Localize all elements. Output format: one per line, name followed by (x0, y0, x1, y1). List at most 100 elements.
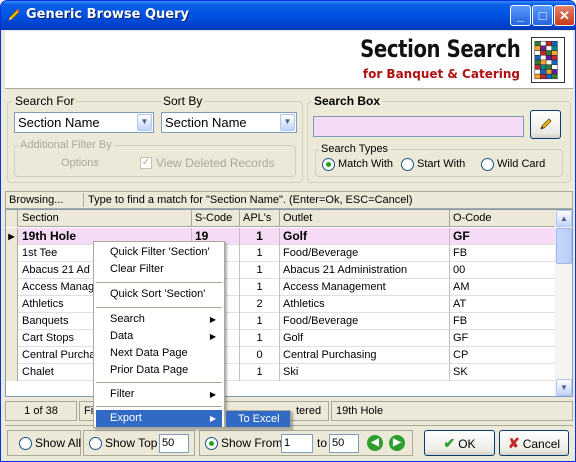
table-row[interactable]: Cart Stops 1 Golf GF (6, 330, 556, 347)
ok-button[interactable]: ✔ OK (424, 430, 495, 456)
cell-outlet[interactable]: Athletics (280, 296, 450, 313)
cell-apls[interactable]: 0 (240, 347, 280, 364)
browse-mode-text: Browsing... (9, 194, 64, 206)
cell-outlet[interactable]: Food/Beverage (280, 245, 450, 262)
chevron-down-icon[interactable]: ▼ (280, 114, 295, 131)
cell-apls[interactable]: 1 (240, 228, 280, 245)
cancel-label: Cancel (522, 437, 561, 451)
context-menu: Quick Filter 'Section' Clear Filter Quic… (93, 241, 225, 428)
table-row[interactable]: Banquets 1 Food/Beverage FB (6, 313, 556, 330)
cell-outlet[interactable]: Central Purchasing (280, 347, 450, 364)
cell-apls[interactable]: 1 (240, 279, 280, 296)
title-bar[interactable]: Generic Browse Query _ □ ✕ (1, 1, 575, 30)
view-deleted-checkbox[interactable]: ✓ (140, 157, 152, 169)
cell-ocode[interactable]: FB (450, 313, 556, 330)
row-indicator (6, 245, 18, 262)
search-for-select[interactable]: Section Name ▼ (14, 112, 154, 133)
menu-item-quick-sort[interactable]: Quick Sort 'Section' (96, 286, 222, 303)
edit-button[interactable] (530, 110, 561, 139)
scroll-thumb[interactable] (556, 228, 572, 264)
table-row[interactable]: ▶ 19th Hole 19 1 Golf GF (6, 228, 556, 245)
page-title: Section Search (359, 35, 521, 63)
start-with-radio[interactable] (401, 158, 414, 171)
table-row[interactable]: Central Purcha 0 Central Purchasing CP (6, 347, 556, 364)
scroll-up-icon[interactable]: ▲ (556, 210, 572, 227)
cell-ocode[interactable]: SK (450, 364, 556, 381)
to-input[interactable]: 50 (329, 434, 359, 453)
cancel-button[interactable]: ✘ Cancel (499, 430, 569, 456)
search-for-value: Section Name (18, 115, 100, 130)
table-row[interactable]: 1st Tee 1 Food/Beverage FB (6, 245, 556, 262)
options-button[interactable]: Options (47, 157, 99, 169)
search-for-label: Search For (13, 94, 77, 108)
cell-outlet[interactable]: Golf (280, 330, 450, 347)
search-input[interactable] (313, 116, 524, 137)
table-row[interactable]: Athletics 2 Athletics AT (6, 296, 556, 313)
minimize-button[interactable]: _ (510, 5, 531, 26)
show-all-radio[interactable] (19, 437, 32, 450)
submenu-arrow-icon: ▶ (209, 332, 216, 341)
record-position-text: 1 of 38 (24, 405, 58, 417)
submenu-item-to-excel[interactable]: To Excel (225, 410, 291, 428)
column-header-outlet[interactable]: Outlet (280, 210, 450, 227)
cell-outlet[interactable]: Food/Beverage (280, 313, 450, 330)
cell-ocode[interactable]: FB (450, 245, 556, 262)
scroll-down-icon[interactable]: ▼ (556, 379, 572, 396)
next-page-icon[interactable]: ▶ (389, 435, 405, 451)
menu-item-filter[interactable]: Filter ▶ (96, 386, 222, 403)
cell-outlet[interactable]: Ski (280, 364, 450, 381)
cell-outlet[interactable]: Golf (280, 228, 450, 245)
table-row[interactable]: Abacus 21 Ad 1 Abacus 21 Administration … (6, 262, 556, 279)
cell-ocode[interactable]: AM (450, 279, 556, 296)
menu-item-next-data-page[interactable]: Next Data Page (96, 345, 222, 362)
cell-outlet[interactable]: Access Management (280, 279, 450, 296)
wild-card-radio[interactable] (481, 158, 494, 171)
start-with-label: Start With (417, 158, 466, 170)
cell-apls[interactable]: 1 (240, 364, 280, 381)
show-from-radio[interactable] (205, 437, 218, 450)
browse-query-window: Generic Browse Query _ □ ✕ Section Searc… (0, 0, 576, 462)
cell-apls[interactable]: 2 (240, 296, 280, 313)
table-row[interactable]: Chalet 1 Ski SK (6, 364, 556, 381)
cell-ocode[interactable]: AT (450, 296, 556, 313)
current-record: 19th Hole (331, 401, 573, 421)
cell-ocode[interactable]: GF (450, 330, 556, 347)
close-button[interactable]: ✕ (554, 5, 575, 26)
column-header-scode[interactable]: S-Code (192, 210, 240, 227)
menu-item-data[interactable]: Data ▶ (96, 328, 222, 345)
submenu-arrow-icon: ▶ (209, 390, 216, 399)
row-indicator (6, 296, 18, 313)
menu-item-prior-data-page[interactable]: Prior Data Page (96, 362, 222, 379)
menu-item-quick-filter[interactable]: Quick Filter 'Section' (96, 244, 222, 261)
show-top-input[interactable]: 50 (159, 434, 189, 453)
cell-ocode[interactable]: GF (450, 228, 556, 245)
show-top-radio[interactable] (89, 437, 102, 450)
results-grid[interactable]: Section S-Code APL's Outlet O-Code ▶ 19t… (5, 209, 573, 397)
cell-apls[interactable]: 1 (240, 245, 280, 262)
column-header-ocode[interactable]: O-Code (450, 210, 556, 227)
cell-ocode[interactable]: 00 (450, 262, 556, 279)
column-header-apls[interactable]: APL's (240, 210, 280, 227)
options-label: Options (61, 157, 99, 169)
column-header-section[interactable]: Section (19, 210, 192, 227)
show-from-input[interactable]: 1 (281, 434, 313, 453)
menu-item-search[interactable]: Search ▶ (96, 311, 222, 328)
menu-item-export[interactable]: Export ▶ (96, 410, 222, 427)
additional-filter-label: Additional Filter By (18, 139, 114, 151)
vertical-scrollbar[interactable]: ▲ ▼ (555, 210, 572, 396)
cell-apls[interactable]: 1 (240, 313, 280, 330)
menu-separator (96, 282, 222, 283)
sort-by-select[interactable]: Section Name ▼ (161, 112, 297, 133)
chevron-down-icon[interactable]: ▼ (137, 114, 152, 131)
match-with-radio[interactable] (322, 158, 335, 171)
menu-item-clear-filter[interactable]: Clear Filter (96, 261, 222, 278)
status-bar: Browsing... Type to find a match for "Se… (5, 191, 573, 209)
ok-label: OK (458, 437, 476, 451)
maximize-button[interactable]: □ (532, 5, 553, 26)
cell-apls[interactable]: 1 (240, 262, 280, 279)
cell-outlet[interactable]: Abacus 21 Administration (280, 262, 450, 279)
cell-ocode[interactable]: CP (450, 347, 556, 364)
prev-page-icon[interactable]: ◀ (367, 435, 383, 451)
table-row[interactable]: Access Manag 1 Access Management AM (6, 279, 556, 296)
cell-apls[interactable]: 1 (240, 330, 280, 347)
